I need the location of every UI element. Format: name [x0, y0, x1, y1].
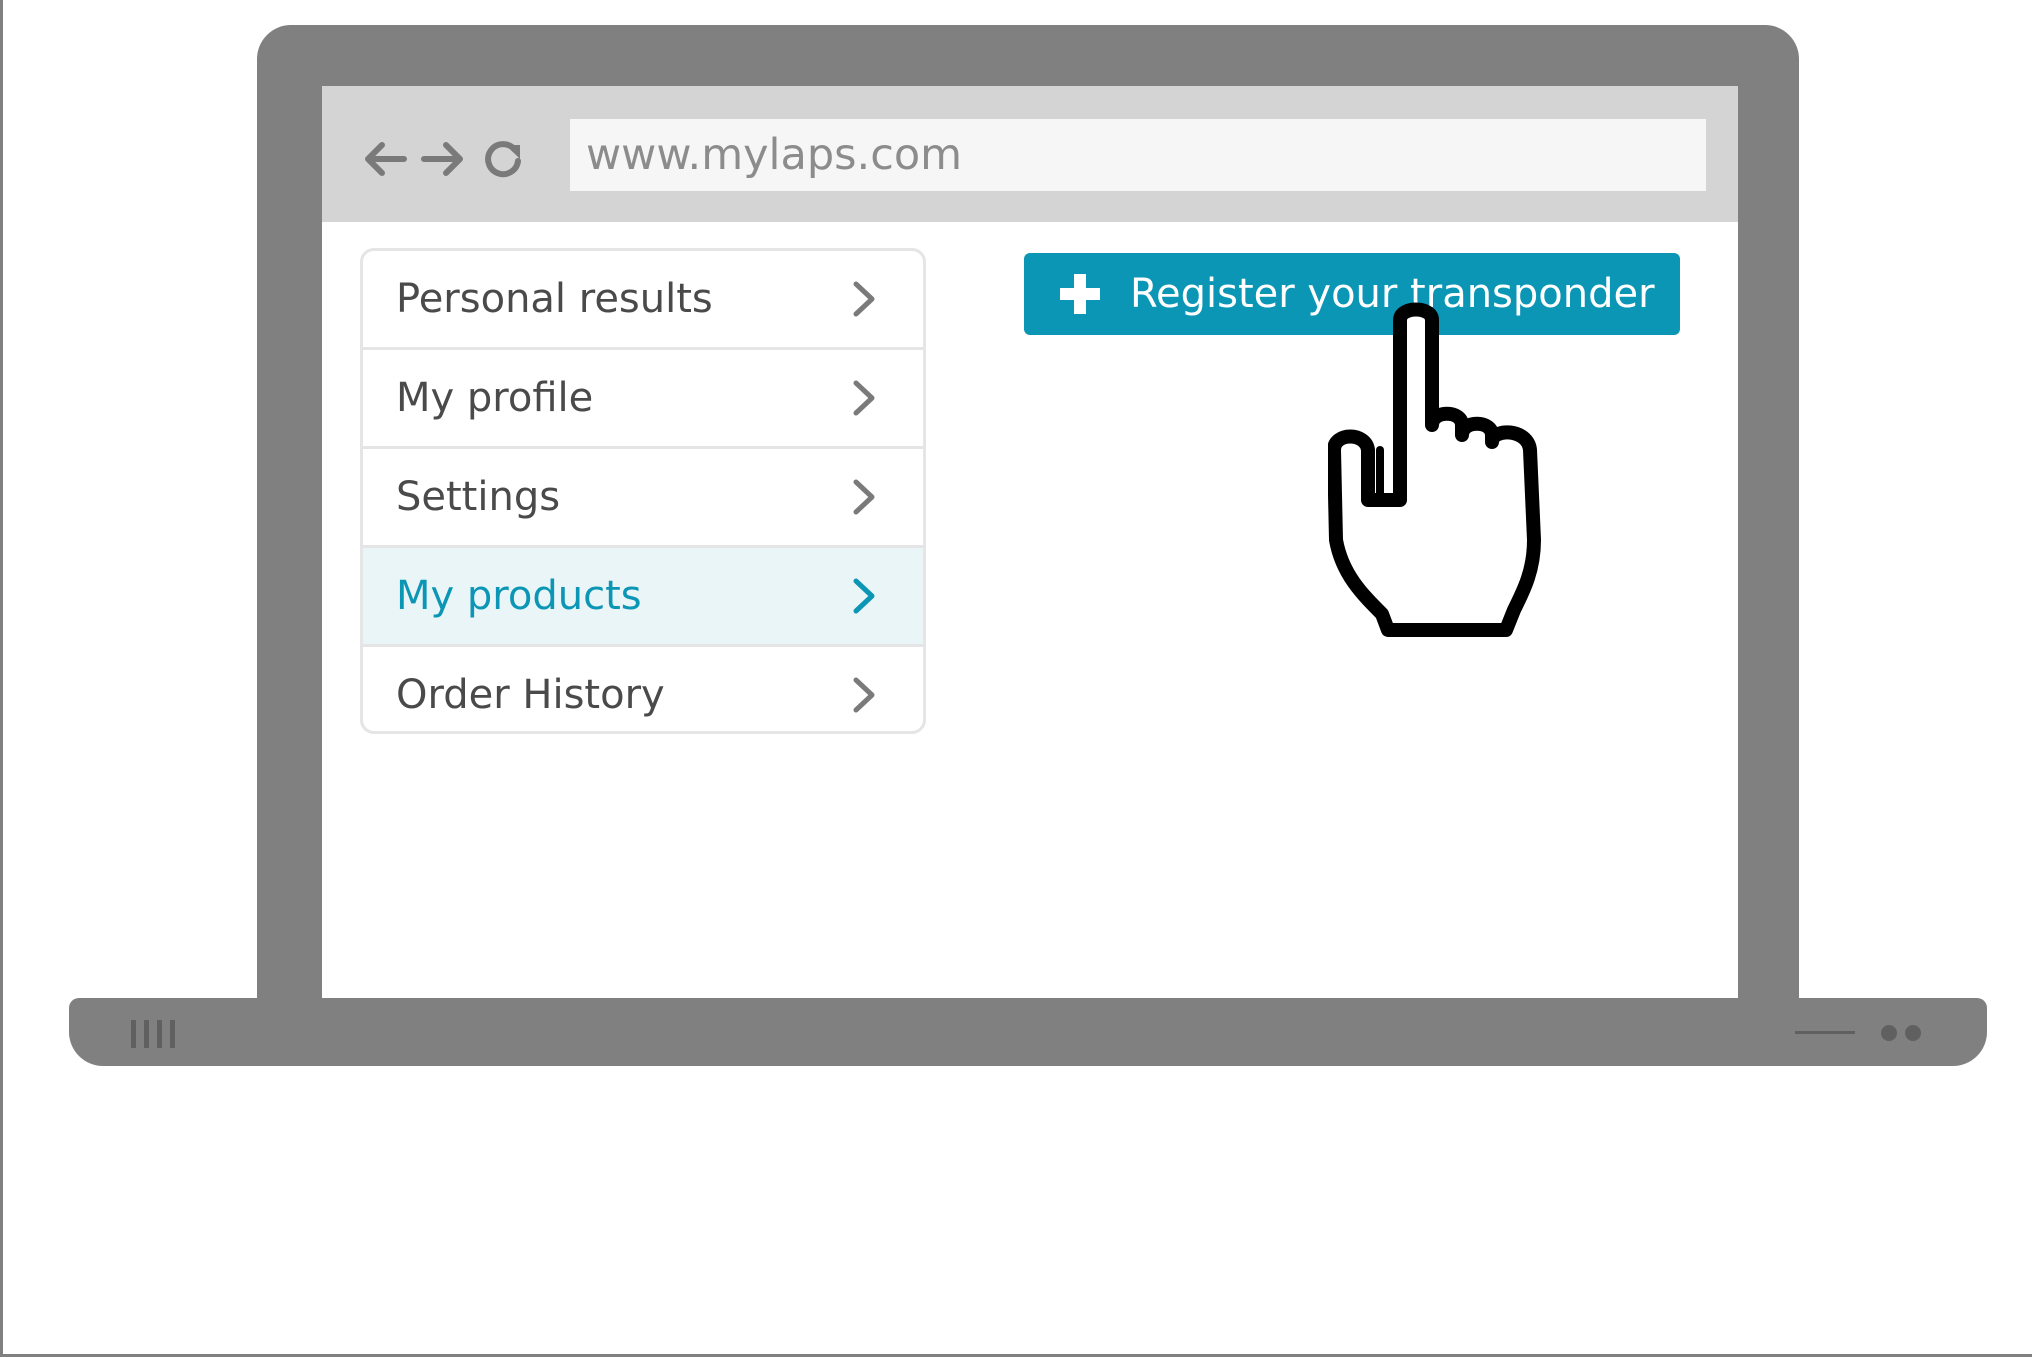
chevron-right-icon: [853, 380, 875, 416]
chevron-right-icon: [853, 281, 875, 317]
menu-item-label: My profile: [396, 375, 594, 421]
register-button-label: Register your transponder: [1130, 271, 1655, 317]
chevron-right-icon: [853, 479, 875, 515]
indicator-dot: [1881, 1025, 1897, 1041]
menu-item-my-products[interactable]: My products: [363, 548, 923, 647]
menu-item-label: My products: [396, 573, 642, 619]
browser-toolbar: www.mylaps.com: [322, 86, 1738, 222]
indicator-line: [1795, 1031, 1855, 1034]
register-transponder-button[interactable]: Register your transponder: [1024, 253, 1680, 335]
laptop-base: [69, 998, 1987, 1066]
forward-button[interactable]: [418, 133, 470, 185]
arrow-right-icon: [421, 142, 463, 176]
plus-icon: [1060, 274, 1100, 314]
menu-item-label: Settings: [396, 474, 561, 520]
chevron-right-icon: [853, 677, 875, 713]
menu-item-order-history[interactable]: Order History: [363, 647, 923, 731]
menu-item-personal-results[interactable]: Personal results: [363, 251, 923, 350]
url-text: www.mylaps.com: [586, 130, 963, 180]
back-button[interactable]: [358, 133, 410, 185]
menu-item-settings[interactable]: Settings: [363, 449, 923, 548]
reload-button[interactable]: [478, 133, 530, 185]
vent-icon: [131, 1020, 175, 1048]
menu-item-label: Order History: [396, 672, 665, 718]
arrow-left-icon: [365, 142, 407, 176]
account-menu: Personal results My profile Settings My …: [360, 248, 926, 734]
chevron-right-icon: [853, 578, 875, 614]
reload-icon: [485, 141, 521, 178]
menu-item-my-profile[interactable]: My profile: [363, 350, 923, 449]
indicator-dot: [1905, 1025, 1921, 1041]
url-bar[interactable]: www.mylaps.com: [570, 119, 1706, 191]
menu-item-label: Personal results: [396, 276, 713, 322]
laptop-screen: www.mylaps.com Personal results My profi…: [322, 86, 1738, 998]
